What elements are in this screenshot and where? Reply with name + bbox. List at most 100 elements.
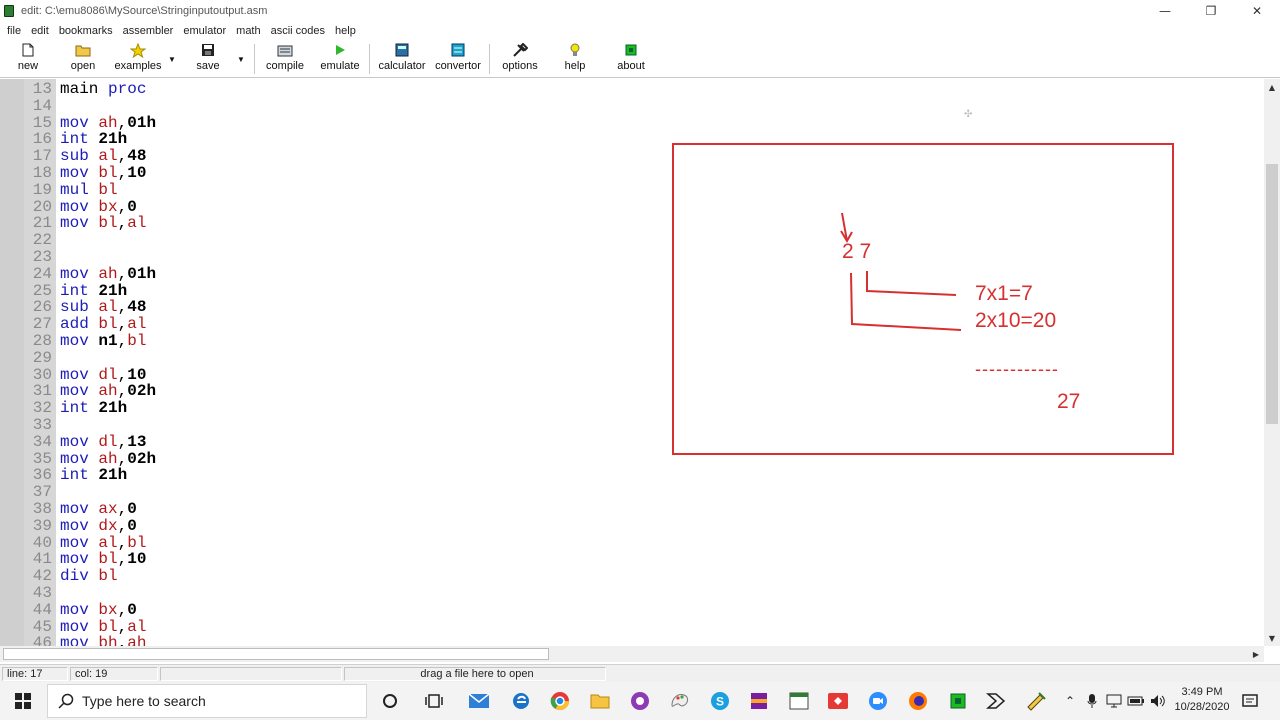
winrar-icon[interactable] [747,689,771,713]
code-line[interactable]: 42 div bl [0,568,700,585]
draw-app-icon[interactable] [984,689,1008,713]
code-line[interactable]: 16 int 21h [0,131,700,148]
new-button[interactable]: new [14,43,42,77]
task-view-icon[interactable] [422,689,446,713]
restore-button[interactable]: ❐ [1188,0,1234,22]
code-line[interactable]: 35 mov ah,02h [0,450,700,468]
code-line[interactable]: 19 mul bl [0,180,700,199]
code-line[interactable]: 13 main proc [0,81,700,98]
code-text: mov bh,ah [60,635,146,646]
presentation-app-icon[interactable] [826,689,850,713]
emulate-button[interactable]: emulate [318,43,362,77]
code-line[interactable]: 41 mov bl,10 [0,551,700,568]
code-line[interactable]: 31 mov ah,02h [0,383,700,400]
compile-button[interactable]: compile [262,43,308,77]
code-line[interactable]: 39 mov dx,0 [0,516,700,535]
file-explorer-icon[interactable] [588,689,612,713]
code-line[interactable]: 18 mov bl,10 [0,165,700,182]
code-line[interactable]: 20 mov bx,0 [0,198,700,216]
scroll-down-arrow-icon[interactable]: ▼ [1264,630,1280,646]
code-line[interactable]: 36 int 21h [0,467,700,484]
menu-math[interactable]: math [232,25,264,37]
code-token: 0 [127,516,137,535]
menu-edit[interactable]: edit [27,25,53,37]
window-app-icon[interactable] [787,689,811,713]
skype-icon[interactable]: S [708,689,732,713]
code-token: 48 [127,147,147,166]
menu-assembler[interactable]: assembler [119,25,178,37]
code-line[interactable]: 29 [0,349,700,367]
taskbar-clock[interactable]: 3:49 PM 10/28/2020 [1170,685,1234,715]
menu-bookmarks[interactable]: bookmarks [55,25,117,37]
code-line[interactable]: 14 [0,97,700,115]
start-button[interactable] [0,682,46,720]
firefox-icon[interactable] [906,689,930,713]
mail-icon[interactable] [467,689,491,713]
media-player-icon[interactable] [628,689,652,713]
calculator-button[interactable]: calculator [376,43,428,77]
code-line[interactable]: 25 int 21h [0,282,700,300]
code-token: mov [60,432,89,451]
microphone-icon[interactable] [1082,682,1102,720]
code-line[interactable]: 26 sub al,48 [0,299,700,316]
close-button[interactable]: ✕ [1234,0,1280,22]
save-dropdown-icon[interactable]: ▼ [237,55,245,64]
battery-icon[interactable] [1126,682,1146,720]
chrome-browser-icon[interactable] [548,689,572,713]
code-line[interactable]: 43 [0,585,700,602]
convertor-button[interactable]: convertor [433,43,483,77]
code-line[interactable]: 28 mov n1,bl [0,333,700,350]
code-line[interactable]: 30 mov dl,10 [0,365,700,384]
tray-chevron-up-icon[interactable]: ⌃ [1060,682,1080,720]
notification-center-icon[interactable] [1238,682,1262,720]
menu-emulator[interactable]: emulator [179,25,230,37]
code-line[interactable]: 22 [0,232,700,249]
volume-icon[interactable] [1148,682,1168,720]
menu-ascii-codes[interactable]: ascii codes [267,25,329,37]
code-line[interactable]: 38 mov ax,0 [0,501,700,518]
code-line[interactable]: 17 sub al,48 [0,148,700,165]
menu-help[interactable]: help [331,25,360,37]
windows-logo-icon [15,693,31,709]
examples-button[interactable]: examples [112,42,164,77]
network-icon[interactable] [1104,682,1124,720]
examples-dropdown-icon[interactable]: ▼ [168,55,176,64]
code-line[interactable]: 40 mov al,bl [0,534,700,552]
vertical-scrollbar[interactable]: ▲ ▼ [1264,79,1280,646]
code-line[interactable]: 27 add bl,al [0,316,700,333]
code-line[interactable]: 45 mov bl,al [0,618,700,636]
minimize-button[interactable]: — [1142,0,1188,22]
horizontal-scroll-thumb[interactable] [3,648,549,660]
code-token: , [117,331,128,350]
code-line[interactable]: 24 mov ah,01h [0,265,700,283]
save-button[interactable]: save [194,43,222,77]
code-line[interactable]: 33 [0,417,700,434]
vertical-scroll-thumb[interactable] [1266,164,1278,424]
taskbar-search[interactable]: Type here to search [47,684,367,718]
code-line[interactable]: 46 mov bh,ah [0,635,700,646]
options-button[interactable]: options [499,43,541,77]
pen-tool-icon[interactable] [1024,689,1048,713]
scroll-up-arrow-icon[interactable]: ▲ [1264,79,1280,95]
paint-icon[interactable] [668,689,692,713]
code-line[interactable]: 15 mov ah,01h [0,114,700,132]
help-button[interactable]: help [562,43,588,77]
code-line[interactable]: 37 [0,484,700,501]
code-line[interactable]: 32 int 21h [0,400,700,417]
open-button[interactable]: open [68,43,98,77]
emu8086-taskbar-icon[interactable] [946,689,970,713]
code-token: bl [98,180,118,199]
scroll-right-arrow-icon[interactable]: ▶ [1248,646,1264,662]
edge-browser-icon[interactable] [509,689,533,713]
about-button[interactable]: about [614,43,648,77]
menu-file[interactable]: file [3,25,25,37]
code-line[interactable]: 44 mov bx,0 [0,601,700,619]
code-line[interactable]: 23 [0,249,700,266]
code-line[interactable]: 21 mov bl,al [0,215,700,232]
cortana-icon[interactable] [378,689,402,713]
code-line[interactable]: 34 mov dl,13 [0,432,700,451]
code-token: mov [60,365,89,384]
zoom-icon[interactable] [866,689,890,713]
horizontal-scrollbar[interactable]: ▶ [0,646,1264,662]
